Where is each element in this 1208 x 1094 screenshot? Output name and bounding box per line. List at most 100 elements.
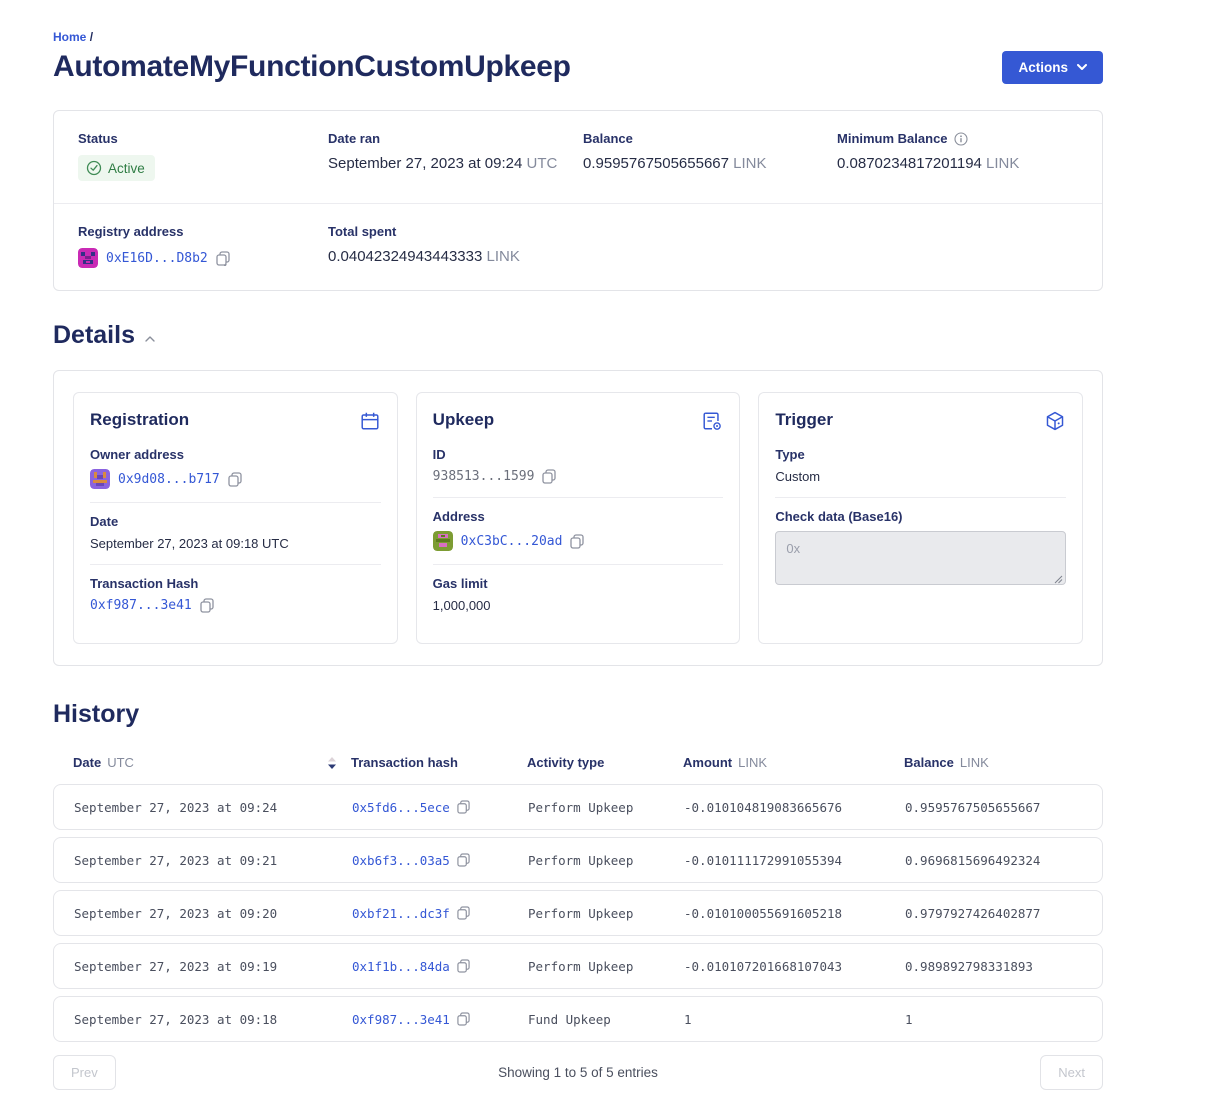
table-row: September 27, 2023 at 09:21 0xb6f3...03a… bbox=[53, 837, 1103, 883]
upkeep-id-field: ID 938513...1599 bbox=[433, 436, 724, 497]
row-date: September 27, 2023 at 09:18 bbox=[74, 1012, 352, 1027]
row-hash: 0xf987...3e41 bbox=[352, 1012, 528, 1027]
upkeep-address-link[interactable]: 0xC3bC...20ad bbox=[461, 534, 563, 549]
details-section-head: Details bbox=[53, 321, 1103, 350]
copy-tx-hash-icon[interactable] bbox=[457, 959, 470, 973]
row-activity: Perform Upkeep bbox=[528, 906, 684, 921]
min-balance-label: Minimum Balance bbox=[837, 131, 948, 146]
copy-tx-hash-icon[interactable] bbox=[457, 853, 470, 867]
row-hash: 0x5fd6...5ece bbox=[352, 800, 528, 815]
min-balance-unit: LINK bbox=[986, 155, 1019, 172]
col-amount: Amount LINK bbox=[683, 755, 904, 770]
actions-button[interactable]: Actions bbox=[1002, 51, 1103, 84]
registry-field: Registry address 0xE16D...D8b2 bbox=[78, 224, 328, 268]
trigger-card: Trigger Type Custom Check data (Base16) bbox=[758, 392, 1083, 644]
tx-hash-link[interactable]: 0x5fd6...5ece bbox=[352, 800, 450, 815]
gas-limit-value: 1,000,000 bbox=[433, 598, 724, 613]
copy-owner-address-icon[interactable] bbox=[228, 472, 242, 487]
sort-date-icon[interactable] bbox=[327, 756, 337, 770]
registration-title: Registration bbox=[90, 410, 189, 430]
collapse-chevron-up-icon[interactable] bbox=[145, 336, 155, 342]
total-spent-unit: LINK bbox=[487, 248, 520, 265]
registry-address-link[interactable]: 0xE16D...D8b2 bbox=[106, 251, 208, 266]
breadcrumb-home-link[interactable]: Home bbox=[53, 30, 86, 44]
row-amount: -0.010104819083665676 bbox=[684, 800, 905, 815]
trigger-type-field: Type Custom bbox=[775, 436, 1066, 497]
gas-limit-label: Gas limit bbox=[433, 576, 724, 591]
document-gear-icon bbox=[701, 410, 723, 432]
registry-identicon bbox=[78, 248, 98, 268]
total-spent-label: Total spent bbox=[328, 224, 583, 239]
row-date: September 27, 2023 at 09:19 bbox=[74, 959, 352, 974]
tx-hash-link[interactable]: 0x1f1b...84da bbox=[352, 959, 450, 974]
copy-registry-address-icon[interactable] bbox=[216, 251, 230, 266]
copy-tx-hash-icon[interactable] bbox=[457, 800, 470, 814]
owner-identicon bbox=[90, 469, 110, 489]
row-amount: -0.010100055691605218 bbox=[684, 906, 905, 921]
check-circle-icon bbox=[86, 160, 102, 176]
summary-row-1: Status Active Date ran September 27, 202… bbox=[54, 111, 1102, 203]
details-card: Registration Owner address bbox=[53, 370, 1103, 666]
history-heading: History bbox=[53, 700, 139, 729]
copy-tx-hash-icon[interactable] bbox=[457, 906, 470, 920]
upkeep-address-label: Address bbox=[433, 509, 724, 524]
registration-date-label: Date bbox=[90, 514, 381, 529]
copy-registration-tx-icon[interactable] bbox=[200, 598, 214, 613]
row-date: September 27, 2023 at 09:24 bbox=[74, 800, 352, 815]
owner-address-link[interactable]: 0x9d08...b717 bbox=[118, 472, 220, 487]
tx-hash-link[interactable]: 0xf987...3e41 bbox=[352, 1012, 450, 1027]
next-button[interactable]: Next bbox=[1040, 1055, 1103, 1090]
row-activity: Perform Upkeep bbox=[528, 800, 684, 815]
total-spent-value: 0.04042324943443333 bbox=[328, 248, 482, 265]
registration-date-field: Date September 27, 2023 at 09:18 UTC bbox=[90, 502, 381, 564]
trigger-title: Trigger bbox=[775, 410, 833, 430]
pagination: Prev Showing 1 to 5 of 5 entries Next bbox=[53, 1055, 1103, 1090]
col-date[interactable]: Date UTC bbox=[73, 755, 351, 770]
row-amount: -0.010107201668107043 bbox=[684, 959, 905, 974]
row-activity: Perform Upkeep bbox=[528, 853, 684, 868]
col-activity-type: Activity type bbox=[527, 755, 683, 770]
balance-field: Balance 0.9595767505655667 LINK bbox=[583, 131, 837, 181]
date-ran-value: September 27, 2023 at 09:24 bbox=[328, 155, 522, 172]
history-table: Date UTC Transaction hash Activity type … bbox=[53, 755, 1103, 1090]
copy-tx-hash-icon[interactable] bbox=[457, 1012, 470, 1026]
copy-upkeep-id-icon[interactable] bbox=[542, 469, 556, 484]
check-data-field: Check data (Base16) bbox=[775, 497, 1066, 603]
row-balance: 0.9696815696492324 bbox=[905, 853, 1082, 868]
prev-button[interactable]: Prev bbox=[53, 1055, 116, 1090]
table-row: September 27, 2023 at 09:20 0xbf21...dc3… bbox=[53, 890, 1103, 936]
registration-tx-link[interactable]: 0xf987...3e41 bbox=[90, 598, 192, 613]
chevron-down-icon bbox=[1077, 64, 1087, 70]
upkeep-id-label: ID bbox=[433, 447, 724, 462]
date-ran-suffix: UTC bbox=[526, 155, 557, 172]
check-data-textarea[interactable] bbox=[775, 531, 1066, 585]
status-field: Status Active bbox=[78, 131, 328, 181]
table-row: September 27, 2023 at 09:19 0x1f1b...84d… bbox=[53, 943, 1103, 989]
tx-hash-link[interactable]: 0xbf21...dc3f bbox=[352, 906, 450, 921]
history-section-head: History bbox=[53, 700, 1103, 729]
upkeep-address-identicon bbox=[433, 531, 453, 551]
status-badge: Active bbox=[78, 155, 155, 181]
owner-address-field: Owner address 0x9d08...b717 bbox=[90, 436, 381, 502]
status-value: Active bbox=[108, 161, 145, 176]
row-date: September 27, 2023 at 09:20 bbox=[74, 906, 352, 921]
row-hash: 0x1f1b...84da bbox=[352, 959, 528, 974]
table-row: September 27, 2023 at 09:18 0xf987...3e4… bbox=[53, 996, 1103, 1042]
breadcrumb: Home / bbox=[53, 30, 1103, 44]
status-label: Status bbox=[78, 131, 328, 146]
summary-row-2: Registry address 0xE16D...D8b2 Total spe… bbox=[54, 203, 1102, 290]
upkeep-id-value: 938513...1599 bbox=[433, 469, 535, 484]
min-balance-value: 0.0870234817201194 bbox=[837, 155, 982, 172]
row-amount: -0.010111172991055394 bbox=[684, 853, 905, 868]
history-table-header: Date UTC Transaction hash Activity type … bbox=[53, 755, 1103, 770]
copy-upkeep-address-icon[interactable] bbox=[570, 534, 584, 549]
table-row: September 27, 2023 at 09:24 0x5fd6...5ec… bbox=[53, 784, 1103, 830]
balance-value: 0.9595767505655667 bbox=[583, 155, 729, 172]
date-ran-field: Date ran September 27, 2023 at 09:24 UTC bbox=[328, 131, 583, 181]
info-icon[interactable] bbox=[954, 132, 968, 146]
summary-card: Status Active Date ran September 27, 202… bbox=[53, 110, 1103, 291]
total-spent-field: Total spent 0.04042324943443333 LINK bbox=[328, 224, 583, 268]
actions-button-label: Actions bbox=[1018, 60, 1068, 75]
transaction-hash-field: Transaction Hash 0xf987...3e41 bbox=[90, 564, 381, 626]
tx-hash-link[interactable]: 0xb6f3...03a5 bbox=[352, 853, 450, 868]
